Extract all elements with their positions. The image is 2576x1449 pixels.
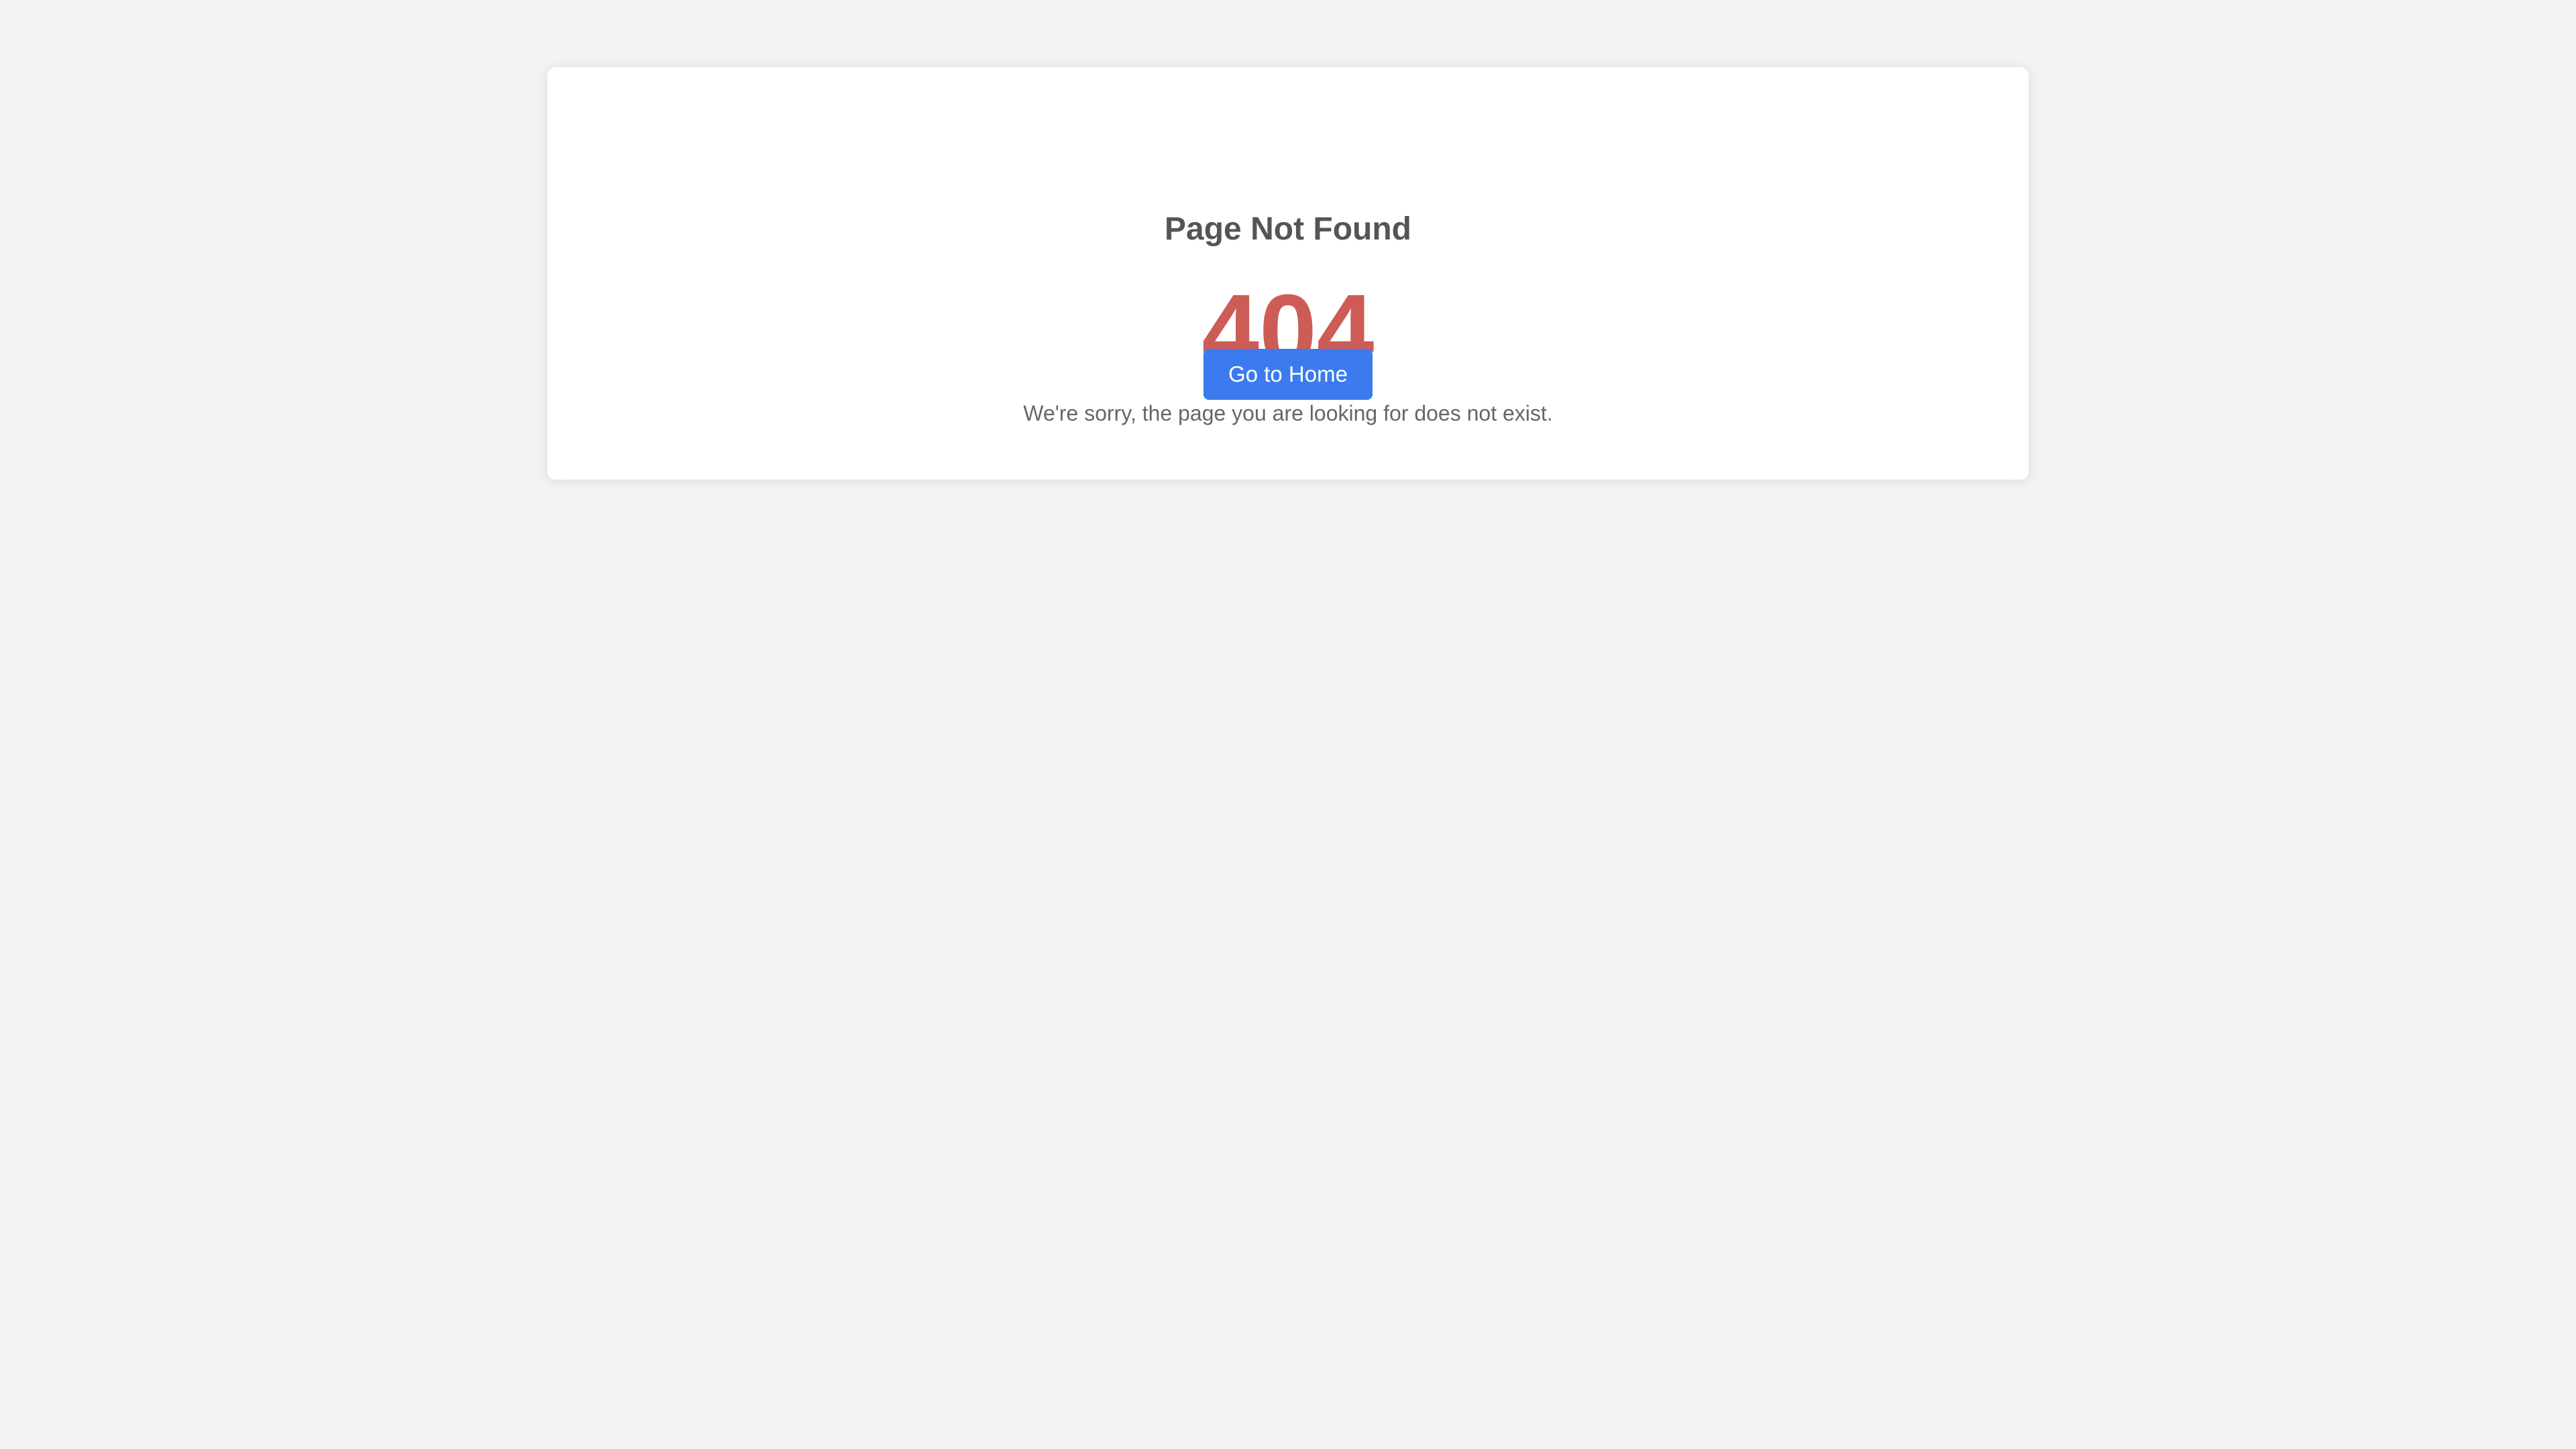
page-background: { "error_card": { "title": "Page Not Fou…: [0, 0, 2576, 1449]
page-title: Page Not Found: [1165, 211, 1411, 247]
error-card: Page Not Found 404 Go to Home We're sorr…: [547, 67, 2029, 480]
go-to-home-button[interactable]: Go to Home: [1203, 349, 1373, 400]
error-message: We're sorry, the page you are looking fo…: [1023, 401, 1553, 425]
